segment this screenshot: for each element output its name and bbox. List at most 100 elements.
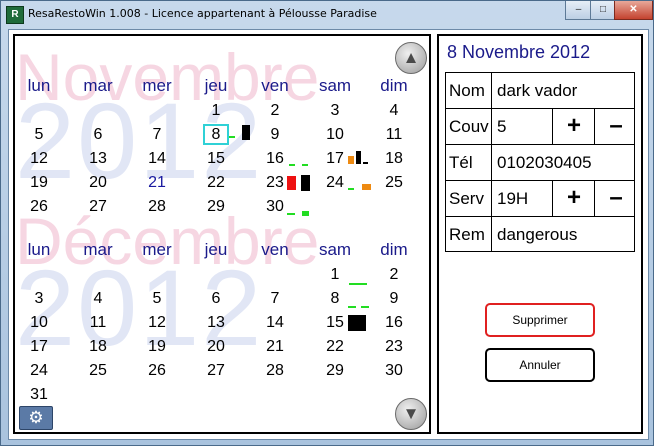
client-area: Novembre 2012 Décembre 2012 lun mar mer jeu… xyxy=(8,29,649,440)
calendar-day[interactable]: 22 xyxy=(196,174,236,192)
calendar-day[interactable]: 26 xyxy=(137,362,177,380)
remark-row: Rem dangerous xyxy=(445,216,635,252)
service-plus-button[interactable]: + xyxy=(552,181,595,216)
settings-gear-icon[interactable]: ⚙ xyxy=(19,406,53,430)
name-field[interactable]: dark vador xyxy=(497,73,577,108)
day-header-ven: ven xyxy=(261,240,289,259)
calendar-day[interactable]: 14 xyxy=(255,314,295,332)
calendar-day[interactable]: 11 xyxy=(78,314,118,332)
calendar-day[interactable]: 14 xyxy=(137,150,177,168)
calendar-day[interactable]: 1 xyxy=(196,102,236,120)
day-header-mer: mer xyxy=(142,76,172,95)
close-button[interactable]: ✕ xyxy=(614,1,653,20)
calendar-day[interactable]: 28 xyxy=(137,198,177,216)
booking-marker xyxy=(361,306,369,308)
calendar-day[interactable]: 20 xyxy=(78,174,118,192)
title-bar: R ResaRestoWin 1.008 - Licence appartena… xyxy=(1,1,653,29)
calendar-day[interactable]: 13 xyxy=(78,150,118,168)
booking-marker xyxy=(287,213,295,215)
calendar-day[interactable]: 5 xyxy=(19,126,59,144)
calendar-day[interactable]: 4 xyxy=(78,290,118,308)
day-header-sam: sam xyxy=(318,240,352,259)
booking-marker xyxy=(348,315,366,331)
calendar-day[interactable]: 16 xyxy=(374,314,414,332)
day-header-lun: lun xyxy=(27,76,51,95)
calendar-day[interactable]: 19 xyxy=(19,174,59,192)
calendar-day[interactable]: 2 xyxy=(374,266,414,284)
name-label: Nom xyxy=(446,73,492,108)
service-row: Serv 19H + – xyxy=(445,180,635,216)
calendar-day[interactable]: 9 xyxy=(255,126,295,144)
calendar-day[interactable]: 11 xyxy=(374,126,414,144)
calendar-day[interactable]: 2 xyxy=(255,102,295,120)
calendar-day[interactable]: 28 xyxy=(255,362,295,380)
cancel-button[interactable]: Annuler xyxy=(485,348,595,382)
booking-marker xyxy=(301,175,310,191)
calendar-day[interactable]: 5 xyxy=(137,290,177,308)
service-label: Serv xyxy=(446,181,492,216)
calendar-day[interactable]: 23 xyxy=(374,338,414,356)
calendar-day[interactable]: 13 xyxy=(196,314,236,332)
calendar-day[interactable]: 10 xyxy=(315,126,355,144)
calendar-day[interactable]: 15 xyxy=(196,150,236,168)
calendar-day[interactable]: 24 xyxy=(19,362,59,380)
calendar-day[interactable]: 25 xyxy=(374,174,414,192)
scroll-down-arrow-icon[interactable]: ▼ xyxy=(395,398,427,430)
remark-field[interactable]: dangerous xyxy=(497,217,577,252)
reservation-form: 8 Novembre 2012 Nom dark vador Couv 5 + … xyxy=(437,34,643,434)
calendar-day[interactable]: 25 xyxy=(78,362,118,380)
calendar-day[interactable]: 3 xyxy=(19,290,59,308)
covers-plus-button[interactable]: + xyxy=(552,109,595,144)
calendar-day[interactable]: 18 xyxy=(78,338,118,356)
day-header-mar: mar xyxy=(83,240,113,259)
calendar-day[interactable]: 18 xyxy=(374,150,414,168)
reservation-date: 8 Novembre 2012 xyxy=(447,42,591,62)
calendar-day[interactable]: 6 xyxy=(196,290,236,308)
calendar-day[interactable]: 21 xyxy=(255,338,295,356)
calendar-day[interactable]: 22 xyxy=(315,338,355,356)
day-header-mar: mar xyxy=(83,76,113,95)
service-field[interactable]: 19H xyxy=(497,181,528,216)
booking-marker xyxy=(229,136,235,138)
booking-marker xyxy=(349,283,367,285)
booking-marker xyxy=(302,164,308,166)
calendar-day[interactable]: 29 xyxy=(315,362,355,380)
calendar-day[interactable]: 26 xyxy=(19,198,59,216)
booking-marker xyxy=(302,211,309,216)
calendar-day[interactable]: 30 xyxy=(374,362,414,380)
minimize-button[interactable]: – xyxy=(565,1,592,20)
calendar-day[interactable]: 3 xyxy=(315,102,355,120)
calendar-day[interactable]: 6 xyxy=(78,126,118,144)
covers-field[interactable]: 5 xyxy=(497,109,506,144)
service-minus-button[interactable]: – xyxy=(594,181,637,216)
scroll-up-arrow-icon[interactable]: ▲ xyxy=(395,42,427,74)
maximize-button[interactable]: □ xyxy=(590,1,616,20)
day-header-sam: sam xyxy=(318,76,352,95)
app-icon: R xyxy=(6,6,24,24)
phone-field[interactable]: 0102030405 xyxy=(497,145,592,180)
booking-marker xyxy=(348,188,354,190)
calendar-day[interactable]: 17 xyxy=(19,338,59,356)
calendar-day[interactable]: 7 xyxy=(137,126,177,144)
calendar-day[interactable]: 10 xyxy=(19,314,59,332)
covers-minus-button[interactable]: – xyxy=(594,109,637,144)
calendar-day[interactable]: 8 xyxy=(203,124,229,145)
calendar-day[interactable]: 7 xyxy=(255,290,295,308)
calendar-day[interactable]: 4 xyxy=(374,102,414,120)
day-header-lun: lun xyxy=(27,240,51,259)
calendar-day[interactable]: 9 xyxy=(374,290,414,308)
calendar-day[interactable]: 20 xyxy=(196,338,236,356)
calendar-day[interactable]: 31 xyxy=(19,386,59,404)
calendar-day[interactable]: 29 xyxy=(196,198,236,216)
booking-marker xyxy=(362,184,371,190)
calendar-day[interactable]: 19 xyxy=(137,338,177,356)
booking-marker xyxy=(356,151,361,164)
calendar-day[interactable]: 1 xyxy=(315,266,355,284)
calendar-day[interactable]: 12 xyxy=(19,150,59,168)
calendar-day[interactable]: 27 xyxy=(196,362,236,380)
booking-marker xyxy=(242,125,250,140)
calendar-day[interactable]: 27 xyxy=(78,198,118,216)
delete-button[interactable]: Supprimer xyxy=(485,303,595,337)
calendar-day[interactable]: 12 xyxy=(137,314,177,332)
calendar-day[interactable]: 21 xyxy=(137,174,177,192)
